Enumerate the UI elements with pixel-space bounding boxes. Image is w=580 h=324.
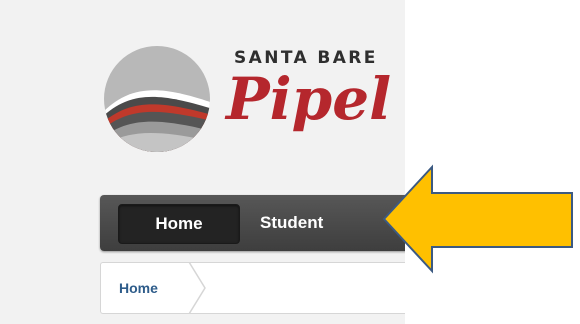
breadcrumb-item-home[interactable]: Home — [119, 263, 158, 313]
breadcrumb: Home — [100, 262, 405, 314]
app-screen: SANTA BARE Pipel Home Student Home — [0, 0, 405, 324]
blank-area — [405, 0, 580, 324]
nav-item-home[interactable]: Home — [118, 204, 240, 244]
main-navbar: Home Student — [100, 195, 405, 251]
nav-item-student[interactable]: Student — [260, 204, 370, 242]
logo-wordmark-main: Pipel — [226, 65, 392, 133]
pipeline-logo-icon — [104, 46, 210, 152]
breadcrumb-separator-icon — [188, 262, 206, 314]
left-arrow-icon — [382, 164, 573, 274]
